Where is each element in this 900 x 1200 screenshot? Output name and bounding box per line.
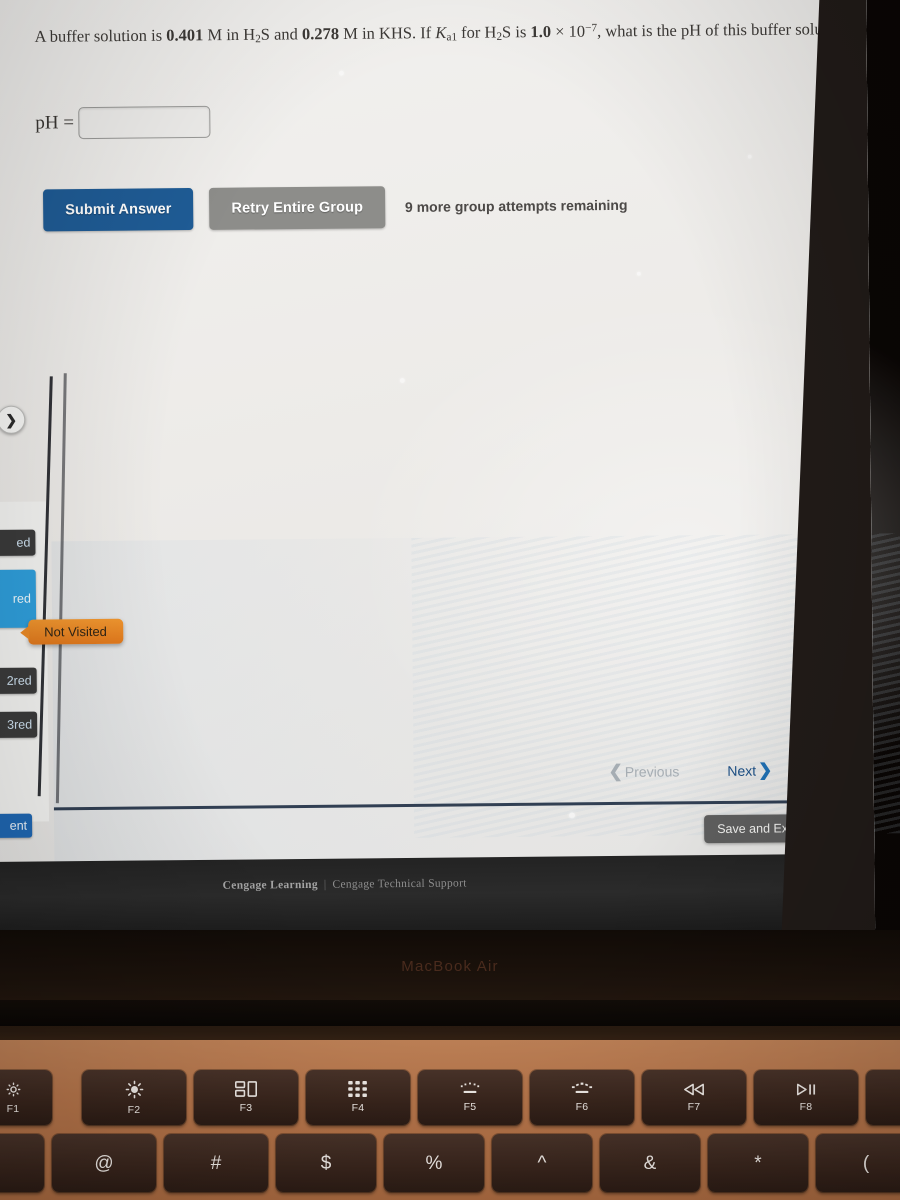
cengage-support-link[interactable]: Cengage Technical Support [332,877,466,890]
sidebar-item-3[interactable]: 3red [0,711,38,739]
photo-of-laptop-screen: Use the References to access important v… [0,0,900,1200]
cengage-webassign-page: Use the References to access important v… [0,0,900,942]
key-symbol-asterisk-glyph: * [754,1152,762,1174]
key-symbol-hash[interactable]: # [164,1134,268,1192]
rewind-icon [683,1083,705,1096]
key-f5[interactable]: F5 [418,1070,522,1125]
chevron-left-icon: ❮ [608,761,623,782]
brightness-up-icon [125,1080,144,1099]
dust-speck [399,377,405,384]
key-symbol-paren[interactable]: ( [816,1134,900,1192]
key-f6[interactable]: F6 [530,1070,634,1125]
attempts-remaining-text: 9 more group attempts remaining [404,196,628,215]
concentration-1: 0.401 [166,25,204,45]
play-pause-icon [795,1083,817,1096]
key-f3[interactable]: F3 [194,1070,298,1125]
sidebar-item-0[interactable]: ed [0,529,36,557]
retry-entire-group-button[interactable]: Retry Entire Group [209,186,386,230]
dust-speck [747,154,752,159]
chevron-right-icon: ❯ [758,760,773,780]
key-f8[interactable]: F8 [754,1070,858,1125]
action-buttons: Submit Answer Retry Entire Group 9 more … [42,184,628,232]
key-symbol-caret-glyph: ^ [537,1152,547,1174]
previous-link[interactable]: ❮ Previous [609,761,680,782]
horizontal-rule [53,800,814,811]
question-part-3: S and [260,24,303,44]
keyboard-light-up-icon [571,1082,593,1096]
key-symbol-dollar-glyph: $ [320,1152,332,1174]
key-symbol-ampersand-glyph: & [643,1152,657,1174]
key-symbol-asterisk[interactable]: * [708,1134,808,1192]
keyboard-light-down-icon [459,1082,481,1096]
key-f7-label: F7 [687,1100,701,1113]
key-f7[interactable]: F7 [642,1070,746,1125]
brightness-down-icon [5,1081,22,1098]
next-link[interactable]: Next ❯ [727,760,772,780]
key-f4[interactable]: F4 [306,1070,410,1125]
page-footer-bar [0,853,876,942]
ka-value: 1.0 [530,21,552,42]
sidebar-item-2[interactable]: 2red [0,667,37,695]
question-part-1: A buffer solution is [34,25,167,46]
dust-speck [636,271,641,276]
question-part-7: , what is the pH of this buffer solution… [596,19,856,41]
dust-speck [568,812,576,819]
footer-separator: | [323,878,327,891]
question-text: A buffer solution is 0.401 M in H2S and … [34,14,862,54]
concentration-2: 0.278 [301,23,340,44]
submit-answer-button[interactable]: Submit Answer [42,188,194,232]
question-part-6: S is [501,22,531,42]
ka-times-ten: × 10 [550,21,586,41]
key-symbol-at[interactable]: @ [52,1134,156,1192]
ph-input[interactable] [77,105,211,140]
key-symbol-ampersand[interactable]: & [600,1134,700,1192]
next-label: Next [727,762,757,779]
macbook-air-branding: MacBook Air [401,958,499,975]
key-symbol-exclaim[interactable] [0,1134,44,1192]
key-f2[interactable]: F2 [82,1070,186,1125]
panel-divider-line-secondary [55,373,67,804]
key-symbol-at-glyph: @ [94,1152,114,1174]
key-f3-label: F3 [239,1102,253,1114]
dust-speck [338,70,344,76]
key-symbol-percent-glyph: % [425,1152,443,1174]
key-f1-label: F1 [6,1102,20,1115]
keyboard: F1 F2 F3 F4 F5 F6 F7 F8 @ # $ % ^ & * ( [0,1040,900,1200]
ka-subscript: a1 [446,31,458,44]
answer-row: pH = [35,105,211,140]
laptop-hinge [0,1000,900,1026]
key-symbol-caret[interactable]: ^ [492,1134,592,1192]
key-f9[interactable] [866,1070,900,1125]
key-symbol-paren-glyph: ( [862,1152,870,1174]
question-pager: ❮ Previous Next ❯ [609,760,773,782]
mission-control-icon [235,1081,257,1097]
not-visited-tooltip: Not Visited [28,618,123,645]
screen-bezel-right [746,0,875,935]
key-f8-label: F8 [799,1100,813,1113]
key-f4-label: F4 [351,1102,365,1114]
key-f6-label: F6 [575,1101,589,1113]
question-part-2: M in H [203,24,256,45]
laptop-screen: Use the References to access important v… [0,0,900,942]
key-f2-label: F2 [127,1103,141,1116]
launchpad-icon [348,1081,368,1097]
submit-assignment-button-fragment[interactable]: ent [0,813,33,839]
key-symbol-dollar[interactable]: $ [276,1134,376,1192]
ka-symbol: K [435,22,447,43]
previous-label: Previous [624,763,680,780]
ka-exponent: −7 [585,22,598,35]
question-part-4: M in KHS. If [339,23,436,43]
key-symbol-percent[interactable]: % [384,1134,484,1192]
assignment-sidebar: ed red 2red 3red [0,0,51,937]
key-f1[interactable]: F1 [0,1070,52,1125]
key-symbol-hash-glyph: # [210,1152,222,1174]
key-f5-label: F5 [463,1101,477,1113]
question-part-5: for H [456,22,497,42]
cengage-learning-link[interactable]: Cengage Learning [223,879,318,892]
